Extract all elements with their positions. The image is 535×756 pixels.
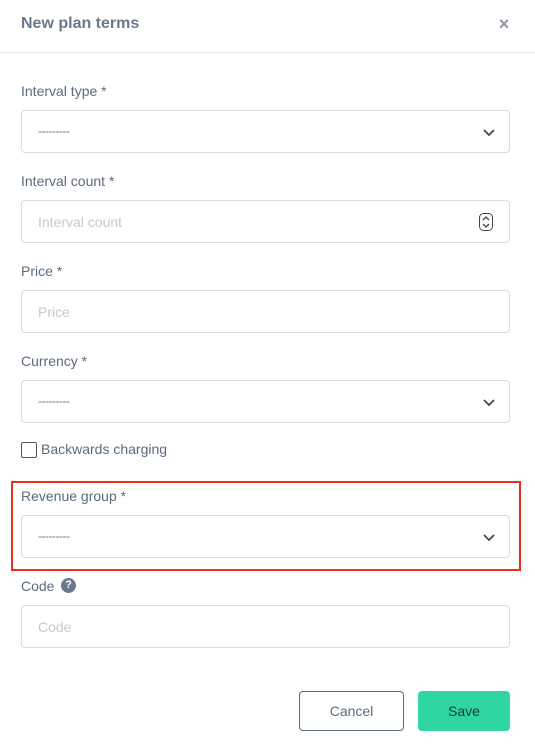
- interval-count-label: Interval count *: [21, 173, 115, 189]
- chevron-down-icon: [483, 129, 495, 137]
- interval-type-label: Interval type *: [21, 83, 107, 99]
- revenue-group-select[interactable]: ---------: [21, 515, 510, 558]
- help-icon[interactable]: ?: [61, 578, 76, 593]
- backwards-charging-label: Backwards charging: [41, 441, 168, 457]
- currency-value: ---------: [38, 394, 70, 408]
- interval-count-input[interactable]: Interval count: [21, 200, 510, 243]
- interval-type-select[interactable]: ---------: [21, 110, 510, 153]
- number-stepper-icon[interactable]: [479, 213, 493, 231]
- currency-label: Currency *: [21, 353, 88, 369]
- modal-title: New plan terms: [21, 15, 140, 32]
- chevron-down-icon: [483, 399, 495, 407]
- chevron-down-icon: [483, 534, 495, 542]
- currency-select[interactable]: ---------: [21, 380, 510, 423]
- modal-header: New plan terms ×: [0, 0, 535, 53]
- price-label: Price *: [21, 263, 63, 279]
- revenue-group-value: ---------: [38, 529, 70, 543]
- save-button[interactable]: Save: [418, 691, 510, 731]
- cancel-button[interactable]: Cancel: [299, 691, 404, 731]
- revenue-group-label: Revenue group *: [21, 488, 127, 504]
- price-placeholder: Price: [38, 304, 70, 320]
- backwards-charging-checkbox[interactable]: [21, 442, 37, 458]
- price-input[interactable]: Price: [21, 290, 510, 333]
- code-placeholder: Code: [38, 619, 72, 635]
- close-icon[interactable]: ×: [494, 13, 514, 35]
- code-input[interactable]: Code: [21, 605, 510, 648]
- interval-count-placeholder: Interval count: [38, 214, 123, 230]
- code-label: Code: [21, 578, 55, 594]
- new-plan-terms-modal: New plan terms × Interval type * -------…: [0, 0, 535, 756]
- interval-type-value: ---------: [38, 124, 70, 138]
